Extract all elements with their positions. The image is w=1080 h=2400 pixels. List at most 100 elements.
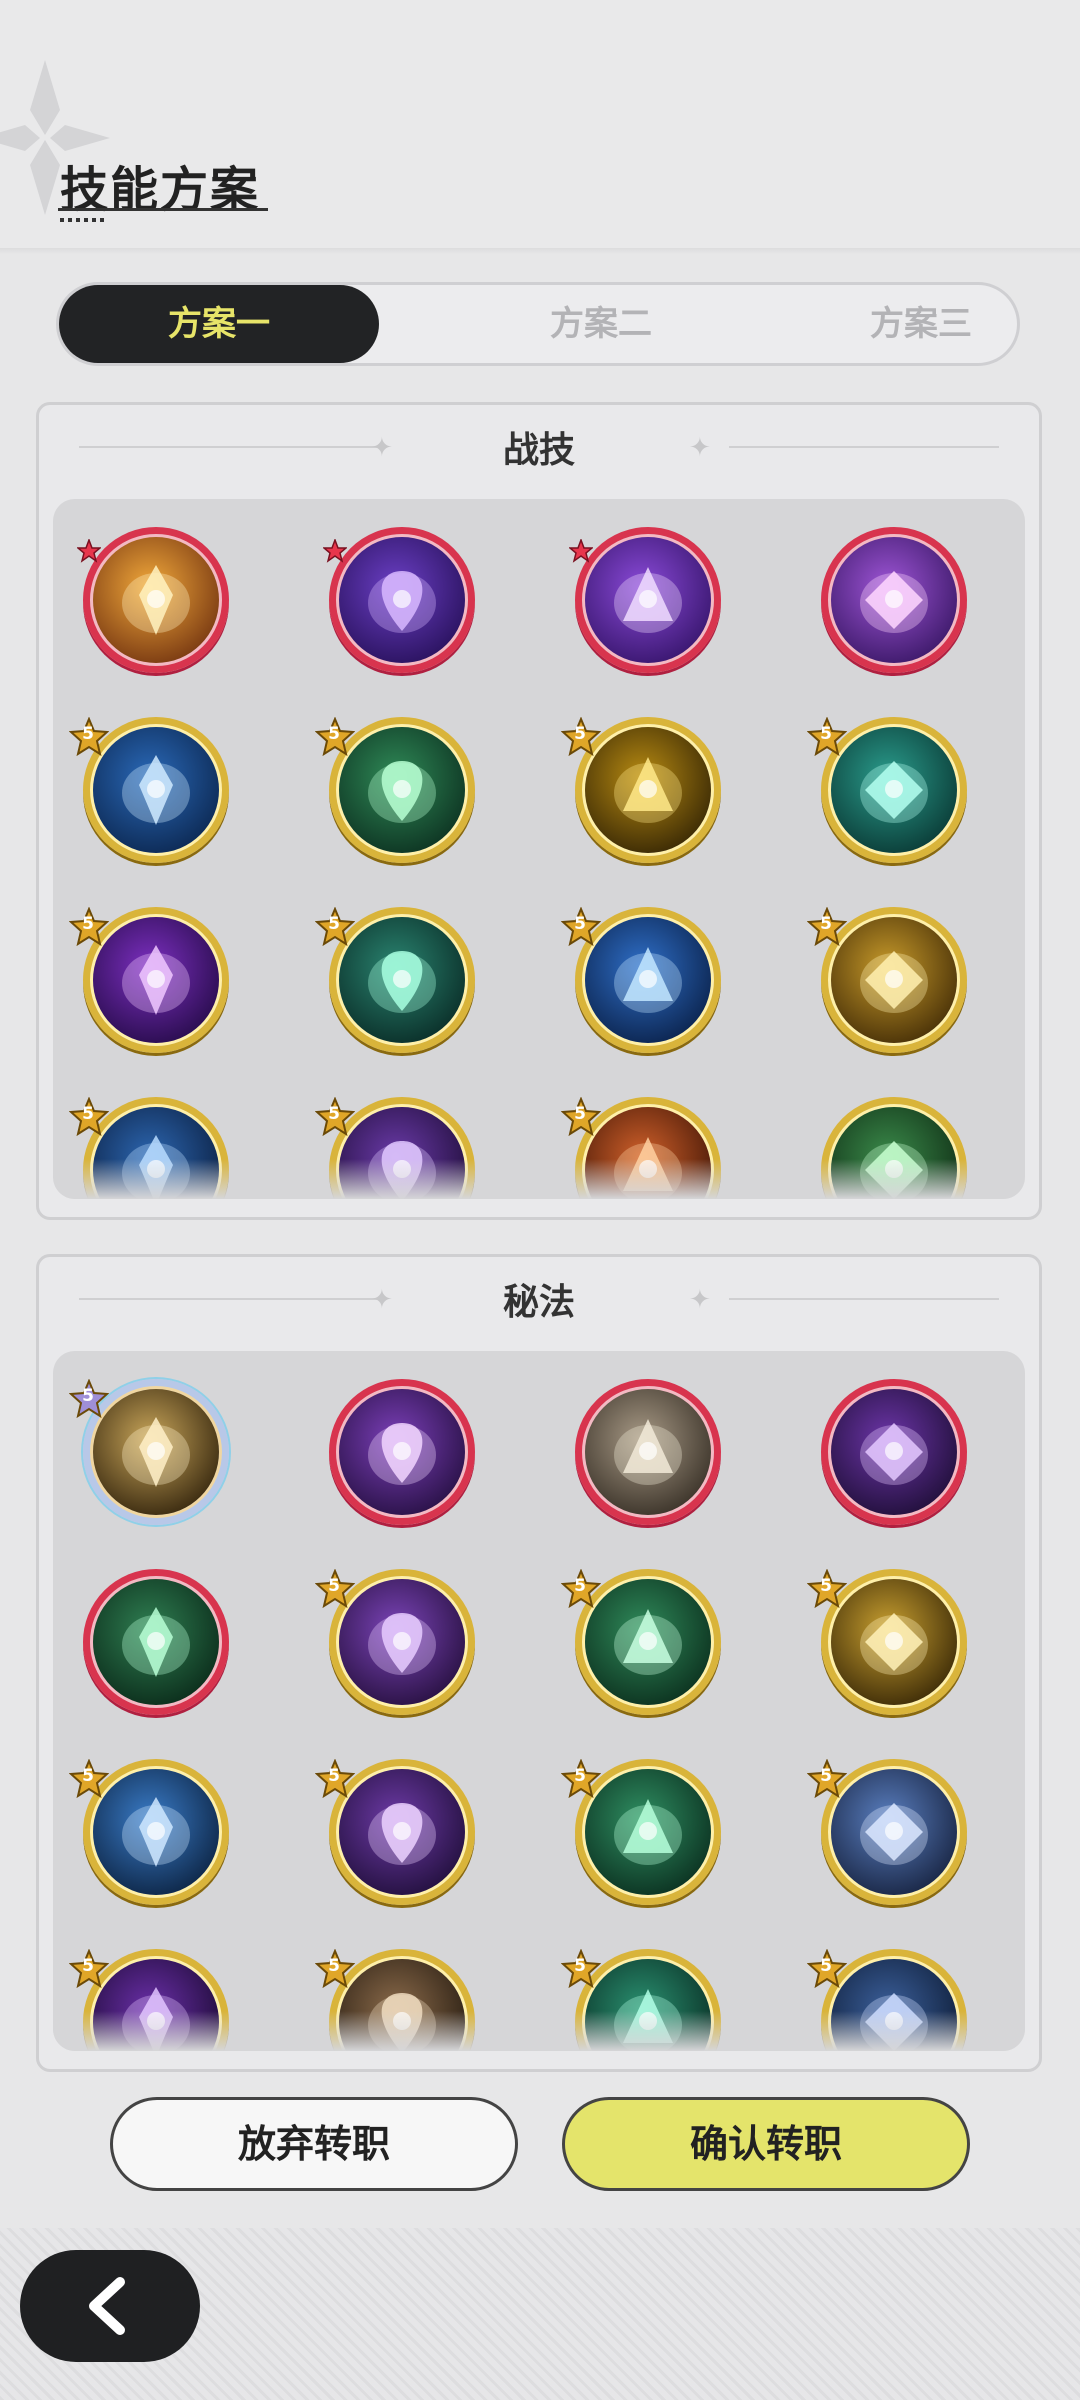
skill-slot[interactable]: 5 [806,1758,967,1905]
star-level-badge: 5 [68,1758,110,1799]
star-level-value: 5 [82,724,94,744]
skill-slot[interactable]: 5 [560,716,721,863]
combat-skills-panel: ✦ 战技 ✦ 5 5 5 5 5 5 5 5 5 5 5 [36,402,1042,1220]
skill-slot[interactable] [321,527,475,673]
back-button[interactable] [20,2250,200,2362]
star-level-value: 5 [82,914,94,934]
violet-eye-icon [339,1769,465,1895]
scroll-fade [53,1159,1025,1199]
tab-plan-2[interactable]: 方案二 [441,285,761,363]
star-level-badge: 5 [560,1096,602,1137]
green-comet-icon [339,727,465,853]
star-level-value: 5 [328,1576,340,1596]
tab-plan-3[interactable]: 方案三 [761,285,1080,363]
skill-slot[interactable]: 5 [560,1758,721,1905]
skill-slot[interactable]: 5 [314,1758,475,1905]
star-level-value: 5 [574,724,586,744]
star-level-value: 5 [820,724,832,744]
sparkle-icon: ✦ [689,433,711,463]
title-underline [58,208,268,211]
skill-slot[interactable]: 5 [314,906,475,1053]
green-winged-star-icon [585,1579,711,1705]
skill-slot[interactable]: 5 [68,906,229,1053]
skill-slot[interactable] [329,1379,475,1525]
star-level-value: 5 [328,914,340,934]
purple-vortex-icon [339,537,465,663]
star-level-badge: 5 [68,1948,110,1989]
skill-slot[interactable]: 5 [68,1378,229,1525]
skill-slot[interactable]: 5 [314,1568,475,1715]
star-level-value: 5 [328,1956,340,1976]
star-level-value: 5 [82,1386,94,1406]
ice-burst-icon [93,727,219,853]
star-level-badge: 5 [68,716,110,757]
star-level-value: 5 [574,1956,586,1976]
star-level-value: 5 [820,1956,832,1976]
panel-header: ✦ 战技 ✦ [39,405,1039,495]
skill-slot[interactable]: 5 [68,1758,229,1905]
star-level-badge: 5 [68,906,110,947]
star-level-badge: 5 [560,1568,602,1609]
skill-slot[interactable]: 5 [314,716,475,863]
star-level-value: 5 [328,1104,340,1124]
star-level-badge: 5 [314,1568,356,1609]
star-level-badge: 5 [560,1758,602,1799]
meditating-spirit-icon [339,917,465,1043]
purple-serpent-icon [831,1389,957,1515]
red-star-icon [75,537,103,563]
golden-stars-icon [831,917,957,1043]
skill-slot[interactable]: 5 [806,1568,967,1715]
violet-sparkle-icon [93,917,219,1043]
skill-grid: 5 5 5 5 5 5 5 5 5 5 5 [53,499,1025,1199]
skill-slot[interactable] [75,527,229,673]
skill-slot[interactable] [83,1569,229,1715]
tab-plan-1[interactable]: 方案一 [59,285,379,363]
star-level-badge: 5 [314,1096,356,1137]
divider-line [729,446,999,448]
star-level-badge: 5 [314,1948,356,1989]
crowned-figure-icon [831,537,957,663]
star-level-value: 5 [574,1104,586,1124]
star-level-value: 5 [574,1766,586,1786]
star-level-badge: 5 [806,1568,848,1609]
scroll-fade [53,2011,1025,2051]
blue-crystal-icon [93,1769,219,1895]
abandon-button[interactable]: 放弃转职 [110,2097,518,2191]
skill-slot[interactable] [575,1379,721,1525]
skill-grid: 5 5 5 5 5 5 5 5 5 5 5 5 [53,1351,1025,2051]
skill-slot[interactable] [821,1379,967,1525]
star-level-value: 5 [82,1104,94,1124]
skill-slot[interactable]: 5 [560,1568,721,1715]
blue-armor-icon [831,1769,957,1895]
chevron-left-icon [89,2277,125,2335]
star-level-value: 5 [574,1576,586,1596]
sparkle-icon: ✦ [689,1285,711,1315]
star-level-badge: 5 [806,1948,848,1989]
golden-prism-icon [585,727,711,853]
star-level-badge: 5 [314,1758,356,1799]
star-level-value: 5 [82,1766,94,1786]
star-level-badge: 5 [806,906,848,947]
header: 技能方案 [0,0,1080,250]
golden-figure-icon [93,1389,219,1515]
skill-slot[interactable]: 5 [806,906,967,1053]
blue-flame-icon [585,917,711,1043]
star-level-value: 5 [574,914,586,934]
skill-slot[interactable]: 5 [560,906,721,1053]
plan-tabs: 方案一 方案二 方案三 [56,282,1020,366]
star-level-value: 5 [820,1766,832,1786]
green-cathedral-icon [93,1579,219,1705]
violet-petal-icon [339,1579,465,1705]
teal-spiral-icon [831,727,957,853]
skill-slot[interactable]: 5 [68,716,229,863]
golden-bear-guardian-icon [93,537,219,663]
skill-slot[interactable]: 5 [806,716,967,863]
skill-slot[interactable] [821,527,967,673]
confirm-button[interactable]: 确认转职 [562,2097,970,2191]
star-level-badge: 5 [560,1948,602,1989]
stone-child-icon [585,1389,711,1515]
red-star-icon [567,537,595,563]
panel-header: ✦ 秘法 ✦ [39,1257,1039,1347]
skill-slot[interactable] [567,527,721,673]
star-level-badge: 5 [560,906,602,947]
